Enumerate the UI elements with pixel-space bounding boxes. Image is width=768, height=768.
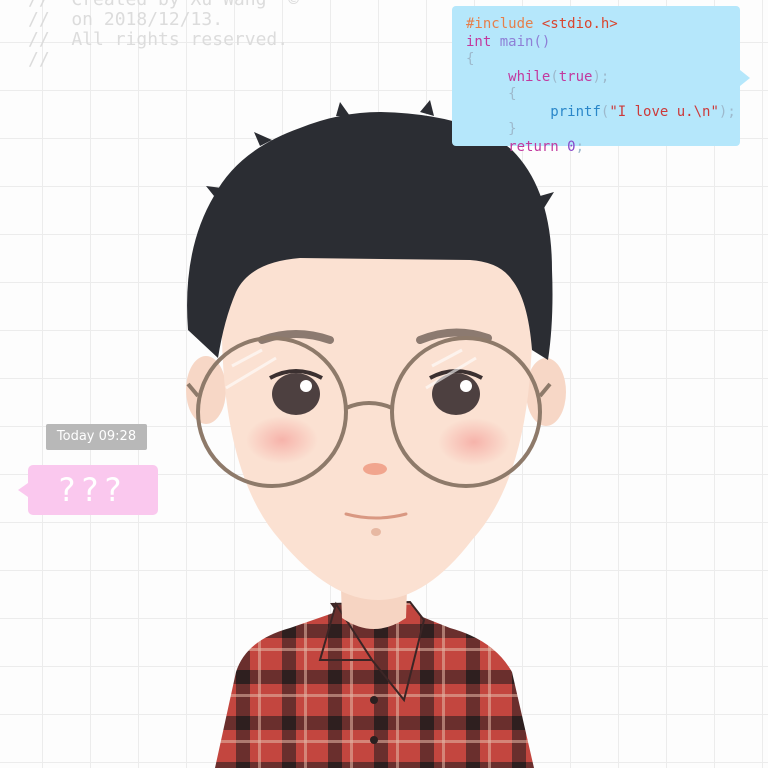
- printf-name: printf: [550, 103, 601, 120]
- true-value: true: [558, 68, 593, 85]
- message-bubble[interactable]: ???: [18, 465, 158, 515]
- while-keyword: while: [508, 68, 551, 85]
- inner-close-brace: }: [508, 121, 517, 137]
- left-eye: [272, 373, 320, 415]
- include-file: <stdio.h>: [541, 16, 618, 32]
- paren-open: (: [550, 68, 559, 85]
- printf-paren-close: );: [718, 103, 736, 120]
- code-snippet: #include <stdio.h> int main() { while(tr…: [466, 16, 736, 156]
- bubble-tail: [740, 70, 750, 86]
- return-value: 0: [567, 138, 576, 155]
- type-keyword: int: [466, 33, 492, 50]
- open-brace: {: [466, 51, 475, 67]
- semicolon: ;: [575, 138, 585, 155]
- return-keyword: return: [508, 138, 559, 155]
- inner-open-brace: {: [508, 86, 517, 102]
- face: [221, 222, 533, 600]
- nose: [363, 463, 387, 475]
- message-text: ???: [58, 471, 128, 509]
- timestamp-badge: Today 09:28: [46, 424, 147, 450]
- include-directive: #include: [466, 16, 534, 32]
- right-ear: [526, 358, 566, 426]
- code-speech-bubble: #include <stdio.h> int main() { while(tr…: [452, 6, 750, 155]
- message-bubble-tail: [18, 483, 28, 497]
- paren-close: );: [592, 68, 610, 85]
- printf-string: "I love u.\n": [609, 103, 719, 120]
- left-cheek: [246, 416, 318, 464]
- main-name: main(): [499, 33, 551, 50]
- right-cheek: [438, 418, 510, 466]
